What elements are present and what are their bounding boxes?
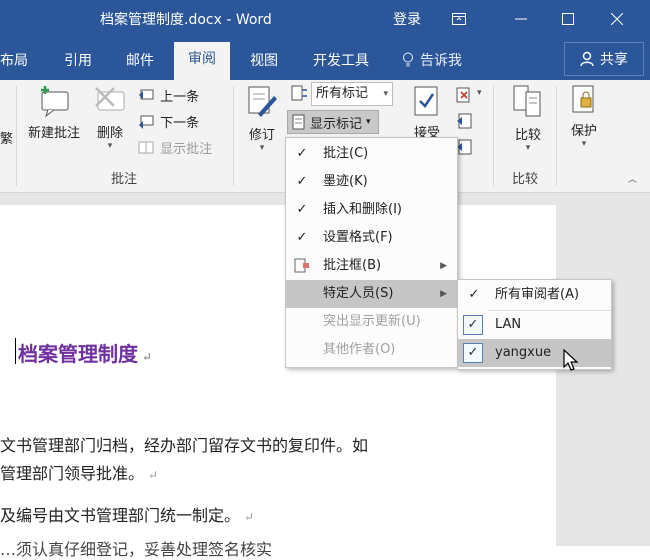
collapse-ribbon-icon[interactable]: ︿ bbox=[628, 172, 637, 185]
document-line-2[interactable]: 管理部门领导批准。 ↵ bbox=[0, 460, 158, 484]
share-button[interactable]: 共享 bbox=[564, 42, 644, 76]
show-comments-label: 显示批注 bbox=[160, 142, 213, 157]
accept-button[interactable]: 接受 bbox=[405, 84, 449, 141]
protect-label: 保护 bbox=[570, 124, 597, 139]
new-comment-label: 新建批注 bbox=[27, 126, 80, 141]
check-icon: ✓ bbox=[296, 174, 308, 189]
minimize-icon bbox=[515, 18, 527, 20]
compare-label: 比较 bbox=[514, 128, 541, 143]
previous-icon bbox=[139, 89, 154, 100]
next-label: 下一条 bbox=[160, 116, 200, 131]
tab-developer[interactable]: 开发工具 bbox=[313, 50, 369, 70]
menu-item-all-reviewers[interactable]: ✓ 所有审阅者(A) bbox=[458, 281, 611, 309]
show-markup-label: 显示标记 bbox=[310, 116, 363, 132]
menu-item-specific-people[interactable]: 特定人员(S) ▶ bbox=[286, 280, 457, 308]
share-label: 共享 bbox=[600, 52, 628, 68]
markup-display-value: 所有标记 bbox=[316, 86, 369, 101]
track-changes-label: 修订 bbox=[248, 128, 275, 143]
balloons-icon bbox=[294, 258, 309, 273]
document-line-3[interactable]: 及编号由文书管理部门统一制定。 ↵ bbox=[0, 502, 254, 526]
close-icon bbox=[611, 13, 623, 25]
new-comment-icon bbox=[41, 86, 69, 118]
tab-references[interactable]: 引用 bbox=[64, 50, 92, 70]
document-heading[interactable]: 档案管理制度 ↵ bbox=[18, 338, 152, 367]
menu-item-balloons[interactable]: 批注框(B) ▶ bbox=[286, 252, 457, 280]
tab-review[interactable]: 审阅 bbox=[174, 42, 230, 80]
track-changes-button[interactable]: 修订 ▾ bbox=[240, 84, 284, 153]
compare-group-label: 比较 bbox=[512, 172, 539, 187]
compare-button[interactable]: 比较 ▾ bbox=[506, 84, 550, 153]
previous-label: 上一条 bbox=[160, 90, 200, 105]
menu-item-other-authors[interactable]: 其他作者(O) bbox=[286, 336, 457, 364]
reviewers-submenu: ✓ 所有审阅者(A) ✓ LAN ✓ yangxue bbox=[457, 279, 612, 370]
ribbon-display-icon bbox=[452, 13, 466, 25]
minimize-button[interactable] bbox=[498, 0, 544, 38]
protect-button[interactable]: 保护 ▾ bbox=[562, 84, 606, 149]
check-icon: ✓ bbox=[468, 287, 480, 302]
check-icon: ✓ bbox=[296, 230, 308, 245]
maximize-button[interactable] bbox=[545, 0, 591, 38]
document-line-4[interactable]: …须认真仔细登记，妥善处理签名核实 bbox=[0, 536, 272, 560]
track-changes-icon bbox=[248, 86, 277, 117]
accept-icon bbox=[414, 86, 438, 116]
next-icon bbox=[139, 115, 154, 129]
comments-group-label: 批注 bbox=[111, 172, 138, 187]
maximize-icon bbox=[562, 13, 574, 25]
reject-icon bbox=[456, 87, 470, 103]
new-comment-button[interactable]: 新建批注 bbox=[24, 84, 84, 141]
markup-display-select[interactable]: 所有标记 ▾ bbox=[311, 82, 393, 106]
show-markup-button[interactable]: 显示标记 ▾ bbox=[287, 110, 379, 134]
tell-me-label: 告诉我 bbox=[420, 53, 462, 69]
delete-label: 删除 bbox=[96, 126, 123, 141]
check-icon: ✓ bbox=[296, 202, 308, 217]
title-bar: 档案管理制度.docx - Word 登录 bbox=[0, 0, 650, 38]
check-icon: ✓ bbox=[296, 146, 308, 161]
menu-item-comments[interactable]: ✓ 批注(C) bbox=[286, 140, 457, 168]
previous-comment-button[interactable]: 上一条 bbox=[138, 86, 199, 105]
protect-icon bbox=[572, 85, 594, 113]
next-comment-button[interactable]: 下一条 bbox=[138, 112, 199, 131]
tab-view[interactable]: 视图 bbox=[250, 50, 278, 70]
text-cursor bbox=[15, 338, 16, 364]
window-title: 档案管理制度.docx - Word bbox=[100, 12, 272, 28]
menu-item-reviewer-yangxue[interactable]: ✓ yangxue bbox=[458, 339, 611, 367]
submenu-arrow-icon: ▶ bbox=[440, 289, 447, 299]
lightbulb-icon bbox=[403, 52, 413, 67]
ribbon-display-options-button[interactable] bbox=[436, 0, 482, 38]
show-comments-icon bbox=[138, 141, 154, 154]
document-page[interactable] bbox=[0, 205, 556, 546]
show-comments-button[interactable]: 显示批注 bbox=[138, 138, 212, 157]
login-link[interactable]: 登录 bbox=[393, 9, 421, 29]
show-markup-icon bbox=[292, 114, 305, 130]
previous-change-icon bbox=[457, 113, 472, 129]
delete-comment-button[interactable]: 删除 ▾ bbox=[88, 84, 132, 151]
tab-layout[interactable]: 布局 bbox=[0, 50, 28, 70]
menu-item-ink[interactable]: ✓ 墨迹(K) bbox=[286, 168, 457, 196]
mouse-pointer-icon bbox=[563, 349, 579, 371]
menu-item-formatting[interactable]: ✓ 设置格式(F) bbox=[286, 224, 457, 252]
menu-item-highlight-updates[interactable]: 突出显示更新(U) bbox=[286, 308, 457, 336]
close-button[interactable] bbox=[594, 0, 640, 38]
menu-item-insertions-deletions[interactable]: ✓ 插入和删除(I) bbox=[286, 196, 457, 224]
document-line-1[interactable]: 文书管理部门归档，经办部门留存文书的复印件。如 bbox=[0, 432, 368, 456]
ribbon-partial-label: 繁 bbox=[0, 132, 14, 147]
menu-item-reviewer-lan[interactable]: ✓ LAN bbox=[458, 311, 611, 339]
show-markup-menu: ✓ 批注(C) ✓ 墨迹(K) ✓ 插入和删除(I) ✓ 设置格式(F) 批注框(B) ▶… bbox=[285, 137, 458, 368]
tell-me-box[interactable]: 告诉我 bbox=[402, 50, 462, 70]
checkbox-checked-icon: ✓ bbox=[463, 315, 483, 335]
delete-comment-icon bbox=[95, 87, 125, 111]
compare-icon bbox=[513, 85, 541, 117]
display-for-review-icon bbox=[291, 85, 307, 101]
submenu-arrow-icon: ▶ bbox=[440, 261, 447, 271]
tab-mailings[interactable]: 邮件 bbox=[126, 50, 154, 70]
ribbon-tabs: 布局 引用 邮件 审阅 视图 开发工具 告诉我 共享 bbox=[0, 38, 650, 80]
person-icon bbox=[580, 51, 594, 67]
checkbox-checked-icon: ✓ bbox=[463, 343, 483, 363]
